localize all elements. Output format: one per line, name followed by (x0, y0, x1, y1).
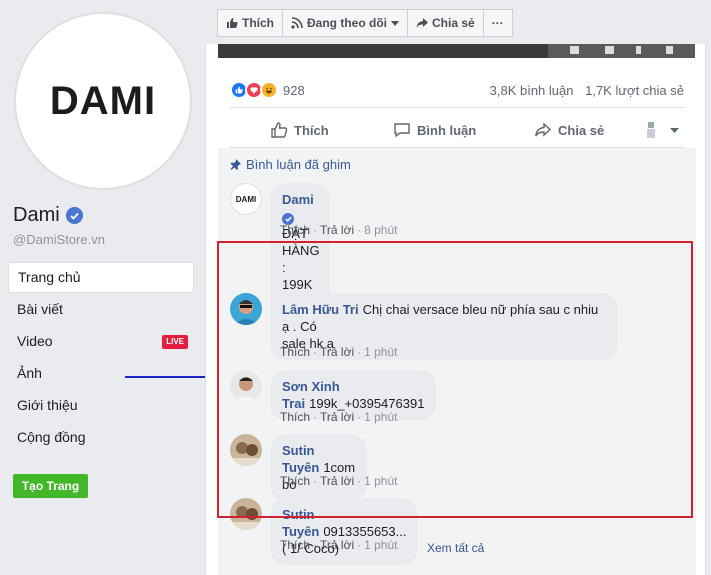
verified-badge-icon (65, 207, 83, 224)
reactions-summary: 928 3,8K bình luận 1,7K lượt chia sẻ (230, 77, 684, 103)
comment-author[interactable]: Dami (282, 192, 314, 207)
thumbs-up-outline-icon (271, 122, 288, 138)
nav-item-community[interactable]: Cộng đồng (8, 421, 194, 453)
comment-time[interactable]: 8 phút (364, 223, 397, 237)
comment-meta: Thích · Trả lời · 1 phút (280, 538, 398, 552)
pinned-comment-label[interactable]: Bình luận đã ghim (230, 157, 351, 172)
post-action-row: Thích Bình luận Chia sẻ (230, 115, 684, 145)
page-title[interactable]: Dami (13, 204, 83, 227)
video-thumbnail-strip (218, 44, 695, 58)
haha-reaction-icon (260, 81, 278, 99)
comment-bubble-icon (394, 123, 410, 138)
reaction-count: 928 (283, 82, 305, 98)
like-page-button[interactable]: Thích (217, 9, 283, 37)
highlight-box (217, 241, 693, 518)
nav-item-home[interactable]: Trang chủ (8, 262, 194, 293)
reaction-icons[interactable]: 928 (230, 81, 305, 99)
comment-like-link[interactable]: Thích (280, 223, 310, 237)
comment-reply-link[interactable]: Trả lời (320, 538, 354, 552)
dami-logo: DAMI (49, 78, 157, 123)
shares-count-link[interactable]: 1,7K lượt chia sẻ (585, 83, 684, 98)
page-sidebar: DAMI Dami @DamiStore.vn Trang chủ Bài vi… (0, 0, 198, 575)
comment-time[interactable]: 1 phút (364, 538, 397, 552)
page-profile-picture[interactable]: DAMI (14, 12, 192, 190)
share-arrow-icon (416, 18, 428, 28)
following-button[interactable]: Đang theo dõi (282, 9, 408, 37)
divider (230, 107, 684, 108)
comment-meta: Thích · Trả lời · 8 phút (280, 223, 398, 237)
user-avatar-mini-icon (647, 122, 655, 138)
nav-item-about[interactable]: Giới thiệu (8, 389, 194, 421)
share-button[interactable]: Chia sẻ (534, 121, 604, 139)
caret-down-icon (391, 20, 399, 26)
rss-icon (291, 17, 303, 29)
page-handle[interactable]: @DamiStore.vn (13, 232, 105, 247)
comment-button[interactable]: Bình luận (393, 121, 476, 139)
comment-like-link[interactable]: Thích (280, 538, 310, 552)
page-name-text[interactable]: Dami (13, 204, 60, 227)
post-video-bottom[interactable] (218, 44, 695, 58)
create-page-button[interactable]: Tạo Trang (13, 474, 88, 498)
more-options-button[interactable]: ··· (482, 9, 513, 37)
pin-icon (230, 159, 241, 170)
post-stats: 3,8K bình luận 1,7K lượt chia sẻ (482, 83, 684, 98)
nav-item-video[interactable]: Video LIVE (8, 325, 194, 357)
share-audience-selector[interactable] (646, 122, 685, 138)
like-button[interactable]: Thích (270, 121, 329, 139)
post-top-action-bar: Thích Đang theo dõi Chia sẻ ··· (217, 9, 513, 37)
comment-reply-link[interactable]: Trả lời (320, 223, 354, 237)
caret-down-icon (670, 127, 679, 133)
live-badge: LIVE (162, 335, 188, 349)
nav-item-posts[interactable]: Bài viết (8, 293, 194, 325)
share-page-button[interactable]: Chia sẻ (407, 9, 484, 37)
page-nav: Trang chủ Bài viết Video LIVE Ảnh Giới t… (8, 262, 194, 453)
comments-count-link[interactable]: 3,8K bình luận (490, 83, 574, 98)
thumbs-up-icon (227, 18, 238, 28)
share-arrow-outline-icon (535, 122, 552, 137)
see-all-comments-link[interactable]: Xem tất cả (427, 541, 484, 555)
commenter-avatar[interactable]: DAMI (230, 183, 262, 215)
